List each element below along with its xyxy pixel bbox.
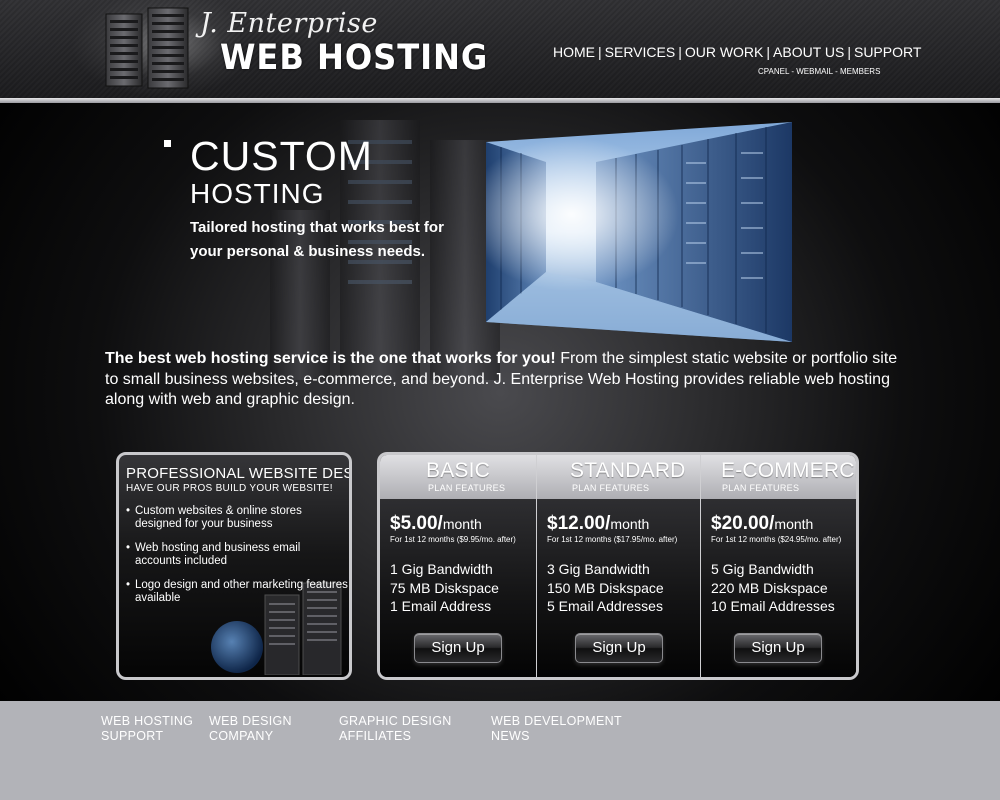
top-navigation: HOME | SERVICES | OUR WORK | ABOUT US | SUPPORT — [553, 44, 921, 60]
secondary-navigation: CPANEL - WEBMAIL - MEMBERS — [758, 67, 880, 76]
cpanel-link[interactable]: CPANEL — [758, 67, 789, 76]
list-item: 5 Email Addresses — [547, 598, 663, 614]
webmail-link[interactable]: WEBMAIL — [796, 67, 833, 76]
plan-price: $5.00/month — [390, 513, 482, 535]
price-amount: $20.00/ — [711, 513, 775, 534]
site-footer: WEB HOSTING SUPPORT WEB DESIGN COMPANY G… — [0, 701, 1000, 800]
plan-price-note: For 1st 12 months ($9.95/mo. after) — [390, 535, 516, 544]
server-rack-logo-icon — [105, 7, 189, 89]
site-header: J. Enterprise WEB HOSTING HOME | SERVICES |… — [0, 0, 1000, 98]
plan-name: STANDARD — [570, 459, 686, 482]
plan-price-note: For 1st 12 months ($24.95/mo. after) — [711, 535, 842, 544]
website-design-promo-box[interactable]: PROFESSIONAL WEBSITE DESIGN HAVE OUR PRO… — [116, 452, 352, 680]
list-item: 1 Email Address — [390, 598, 492, 614]
list-item: 3 Gig Bandwidth — [547, 561, 650, 577]
plan-price-note: For 1st 12 months ($17.95/mo. after) — [547, 535, 678, 544]
price-amount: $12.00/ — [547, 513, 611, 534]
nav-about-us-link[interactable]: ABOUT US — [773, 44, 844, 60]
footer-support-link[interactable]: SUPPORT — [101, 729, 193, 744]
ecommerce-signup-button[interactable]: Sign Up — [734, 633, 822, 663]
nav-separator: | — [766, 44, 771, 60]
intro-paragraph: The best web hosting service is the one … — [105, 349, 905, 411]
nav-support-link[interactable]: SUPPORT — [854, 44, 921, 60]
footer-web-design-link[interactable]: WEB DESIGN — [209, 714, 292, 729]
logo-main-text: WEB HOSTING — [220, 38, 489, 78]
subnav-separator: - — [832, 67, 840, 76]
nav-services-link[interactable]: SERVICES — [605, 44, 676, 60]
plan-price: $12.00/month — [547, 513, 649, 535]
hero-subtitle: HOSTING — [190, 178, 325, 209]
list-item: Custom websites & online stores designed… — [126, 505, 348, 531]
price-period: month — [610, 516, 650, 532]
nav-separator: | — [847, 44, 851, 60]
footer-affiliates-link[interactable]: AFFILIATES — [339, 729, 452, 744]
hero-tagline: Tailored hosting that works best for you… — [190, 219, 444, 260]
footer-column: WEB HOSTING SUPPORT — [101, 714, 193, 744]
standard-signup-button[interactable]: Sign Up — [575, 633, 663, 663]
price-amount: $5.00/ — [390, 513, 443, 534]
footer-column: WEB DESIGN COMPANY — [209, 714, 292, 744]
plan-name: BASIC — [426, 459, 491, 482]
nav-our-work-link[interactable]: OUR WORK — [685, 44, 764, 60]
plan-spec-list: 5 Gig Bandwidth 220 MB Diskspace 10 Emai… — [711, 560, 835, 616]
plan-spec-list: 3 Gig Bandwidth 150 MB Diskspace 5 Email… — [547, 560, 664, 616]
footer-column: GRAPHIC DESIGN AFFILIATES — [339, 714, 452, 744]
plan-features-label: PLAN FEATURES — [572, 483, 650, 493]
hosting-plans-table: BASIC PLAN FEATURES $5.00/month For 1st … — [377, 452, 859, 680]
plan-basic: BASIC PLAN FEATURES $5.00/month For 1st … — [380, 455, 536, 677]
footer-web-development-link[interactable]: WEB DEVELOPMENT — [491, 714, 622, 729]
list-item: Logo design and other marketing features… — [126, 579, 348, 605]
plan-standard: STANDARD PLAN FEATURES $12.00/month For … — [536, 455, 700, 677]
hero-bullet-mark — [164, 140, 171, 147]
nav-home-link[interactable]: HOME — [553, 44, 595, 60]
plan-ecommerce: E-COMMERCE PLAN FEATURES $20.00/month Fo… — [700, 455, 856, 677]
hero-title: CUSTOM — [190, 133, 373, 179]
members-link[interactable]: MEMBERS — [840, 67, 880, 76]
list-item: 10 Email Addresses — [711, 598, 835, 614]
basic-signup-button[interactable]: Sign Up — [414, 633, 502, 663]
footer-graphic-design-link[interactable]: GRAPHIC DESIGN — [339, 714, 452, 729]
plan-name: E-COMMERCE — [721, 459, 859, 482]
list-item: Web hosting and business email accounts … — [126, 542, 348, 568]
list-item: 75 MB Diskspace — [390, 579, 499, 596]
price-period: month — [774, 516, 814, 532]
intro-lead-text: The best web hosting service is the one … — [105, 350, 556, 367]
footer-web-hosting-link[interactable]: WEB HOSTING — [101, 714, 193, 729]
price-period: month — [442, 516, 482, 532]
plan-price: $20.00/month — [711, 513, 813, 535]
footer-company-link[interactable]: COMPANY — [209, 729, 292, 744]
nav-separator: | — [598, 44, 602, 60]
list-item: 1 Gig Bandwidth — [390, 561, 493, 577]
plan-spec-list: 1 Gig Bandwidth 75 MB Diskspace 1 Email … — [390, 560, 499, 616]
design-feature-list: Custom websites & online stores designed… — [126, 505, 348, 616]
plan-features-label: PLAN FEATURES — [722, 483, 800, 493]
footer-column: WEB DEVELOPMENT NEWS — [491, 714, 622, 744]
list-item: 5 Gig Bandwidth — [711, 561, 814, 577]
nav-separator: | — [678, 44, 682, 60]
plan-features-label: PLAN FEATURES — [428, 483, 506, 493]
design-box-title: PROFESSIONAL WEBSITE DESIGN — [126, 465, 352, 482]
list-item: 150 MB Diskspace — [547, 579, 664, 596]
list-item: 220 MB Diskspace — [711, 579, 828, 596]
design-box-subtitle: HAVE OUR PROS BUILD YOUR WEBSITE! — [126, 483, 333, 494]
logo-script-text: J. Enterprise — [200, 8, 378, 39]
footer-news-link[interactable]: NEWS — [491, 729, 622, 744]
datacenter-hero-image — [486, 122, 792, 342]
